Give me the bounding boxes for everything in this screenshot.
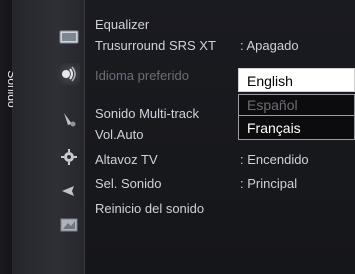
category-rail: Sonido [0, 0, 19, 274]
menu-item-label: Sel. Sonido [95, 176, 162, 191]
menu-item-auto-volume[interactable]: Vol.Auto : [95, 125, 244, 145]
dropdown-option-english[interactable]: English [238, 68, 355, 92]
settings-icon[interactable] [58, 146, 80, 168]
icon-bar [13, 0, 85, 274]
sound-icon[interactable] [58, 63, 80, 85]
menu-item-trusurround[interactable]: Trusurround SRS XT : Apagado [95, 36, 299, 56]
tv-menu-screen: Sonido Equalizer Trusurround SRS XT : Ap… [0, 0, 355, 274]
menu-item-label: Vol.Auto [95, 127, 144, 142]
menu-item-value: : Apagado [240, 38, 299, 53]
menu-item-tv-speaker[interactable]: Altavoz TV : Encendido [95, 150, 309, 170]
menu-item-value: : Principal [240, 176, 298, 191]
menu-item-label: Reinicio del sonido [95, 201, 205, 216]
application-icon[interactable] [58, 214, 80, 236]
menu-item-equalizer[interactable]: Equalizer [95, 15, 149, 35]
menu-item-preferred-language[interactable]: Idioma preferido : [95, 66, 244, 86]
menu-item-label: Equalizer [95, 17, 150, 32]
menu-item-label: Trusurround SRS XT [95, 38, 216, 53]
menu-item-sound-select[interactable]: Sel. Sonido : Principal [95, 174, 297, 194]
menu-item-value: : Encendido [240, 152, 309, 167]
menu-item-sound-reset[interactable]: Reinicio del sonido [95, 199, 204, 219]
menu-item-multitrack-sound[interactable]: Sonido Multi-track : [95, 104, 244, 124]
channel-icon[interactable] [58, 108, 80, 130]
picture-icon[interactable] [58, 26, 80, 48]
menu-item-label: Altavoz TV [95, 152, 158, 167]
dropdown-option-francais[interactable]: Français [238, 116, 355, 140]
menu-item-label: Idioma preferido [95, 68, 189, 83]
dropdown-option-espanol: Español [238, 94, 355, 116]
language-dropdown: English Español Français [238, 68, 355, 140]
menu-item-label: Sonido Multi-track [95, 106, 200, 121]
input-icon[interactable] [58, 180, 80, 202]
